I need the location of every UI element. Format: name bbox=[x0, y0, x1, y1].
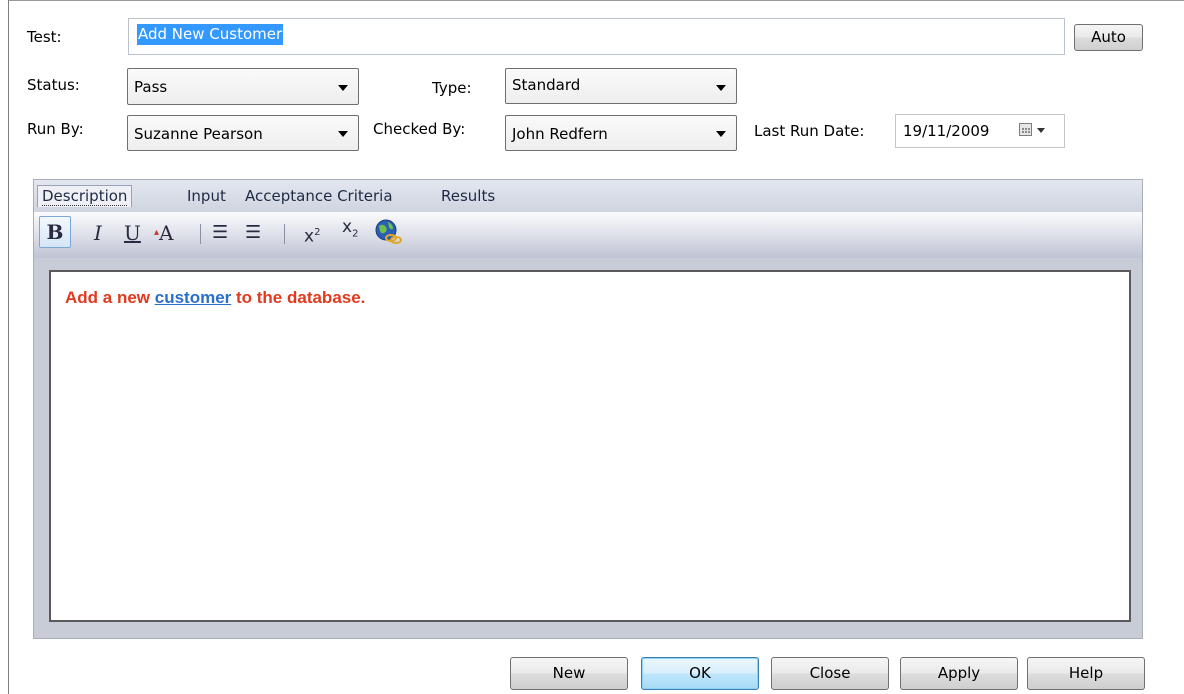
toolbar-separator bbox=[200, 224, 201, 244]
notes-tab-panel: Description Input Acceptance Criteria Re… bbox=[33, 179, 1143, 639]
new-button[interactable]: New bbox=[510, 657, 628, 690]
formatting-toolbar: B I U ▴A ☰ ☰ x2 x2 bbox=[34, 212, 1142, 258]
globe-link-icon bbox=[375, 219, 402, 244]
tab-description-label: Description bbox=[42, 187, 128, 206]
superscript-button[interactable]: x2 bbox=[304, 221, 320, 249]
checked-by-select[interactable]: John Redfern bbox=[505, 115, 737, 151]
chevron-down-icon bbox=[716, 131, 726, 137]
run-by-label: Run By: bbox=[27, 120, 84, 138]
last-run-date-picker[interactable]: 19/11/2009 bbox=[895, 114, 1065, 148]
test-name-input[interactable]: Add New Customer bbox=[128, 18, 1065, 55]
run-by-select[interactable]: Suzanne Pearson bbox=[127, 115, 359, 151]
description-editor[interactable]: Add a new customer to the database. bbox=[49, 270, 1131, 622]
subscript-exp: 2 bbox=[352, 228, 359, 240]
calendar-icon[interactable] bbox=[1019, 123, 1032, 136]
chevron-down-icon[interactable] bbox=[1037, 128, 1045, 133]
tab-strip: Description Input Acceptance Criteria Re… bbox=[34, 180, 1142, 212]
customer-link[interactable]: customer bbox=[155, 288, 232, 307]
window-left-border bbox=[8, 0, 9, 694]
description-text-end: to the database. bbox=[231, 288, 366, 307]
font-color-glyph: A bbox=[159, 221, 174, 245]
italic-button[interactable]: I bbox=[94, 221, 102, 245]
checked-by-label: Checked By: bbox=[373, 120, 466, 138]
numbered-list-button[interactable]: ☰ bbox=[245, 221, 261, 245]
font-color-button[interactable]: ▴A bbox=[154, 221, 173, 245]
chevron-down-icon bbox=[338, 85, 348, 91]
status-value: Pass bbox=[134, 78, 168, 96]
test-label: Test: bbox=[27, 28, 62, 46]
apply-button[interactable]: Apply bbox=[900, 657, 1018, 690]
last-run-date-value: 19/11/2009 bbox=[903, 122, 990, 140]
chevron-down-icon bbox=[716, 85, 726, 91]
tab-acceptance-criteria[interactable]: Acceptance Criteria bbox=[245, 187, 393, 205]
hyperlink-button[interactable] bbox=[374, 218, 402, 251]
close-button[interactable]: Close bbox=[771, 657, 889, 690]
description-text: Add a new customer to the database. bbox=[65, 288, 365, 308]
window-top-border bbox=[8, 0, 1184, 1]
bullet-list-icon: ☰ bbox=[212, 222, 229, 243]
bold-button[interactable]: B bbox=[39, 216, 71, 248]
checked-by-value: John Redfern bbox=[512, 125, 608, 143]
subscript-button[interactable]: x2 bbox=[342, 215, 358, 246]
run-by-value: Suzanne Pearson bbox=[134, 125, 263, 143]
description-text-start: Add a new bbox=[65, 288, 155, 307]
subscript-base: x bbox=[342, 217, 353, 237]
last-run-date-label: Last Run Date: bbox=[754, 122, 865, 140]
toolbar-separator bbox=[284, 224, 285, 244]
type-value: Standard bbox=[512, 76, 581, 94]
status-label: Status: bbox=[27, 76, 80, 94]
auto-button[interactable]: Auto bbox=[1074, 24, 1143, 51]
underline-button[interactable]: U bbox=[124, 221, 141, 245]
help-button[interactable]: Help bbox=[1027, 657, 1145, 690]
tab-input[interactable]: Input bbox=[187, 187, 226, 205]
chevron-down-icon bbox=[338, 131, 348, 137]
status-select[interactable]: Pass bbox=[127, 68, 359, 105]
tab-description[interactable]: Description bbox=[37, 185, 133, 207]
type-label: Type: bbox=[432, 79, 472, 97]
superscript-exp: 2 bbox=[314, 227, 321, 238]
superscript-base: x bbox=[304, 226, 315, 247]
numbered-list-icon: ☰ bbox=[245, 222, 262, 243]
ok-button[interactable]: OK bbox=[641, 657, 759, 690]
bulleted-list-button[interactable]: ☰ bbox=[212, 221, 228, 245]
type-select[interactable]: Standard bbox=[505, 68, 737, 104]
tab-results[interactable]: Results bbox=[441, 187, 495, 205]
test-name-value: Add New Customer bbox=[137, 24, 284, 45]
